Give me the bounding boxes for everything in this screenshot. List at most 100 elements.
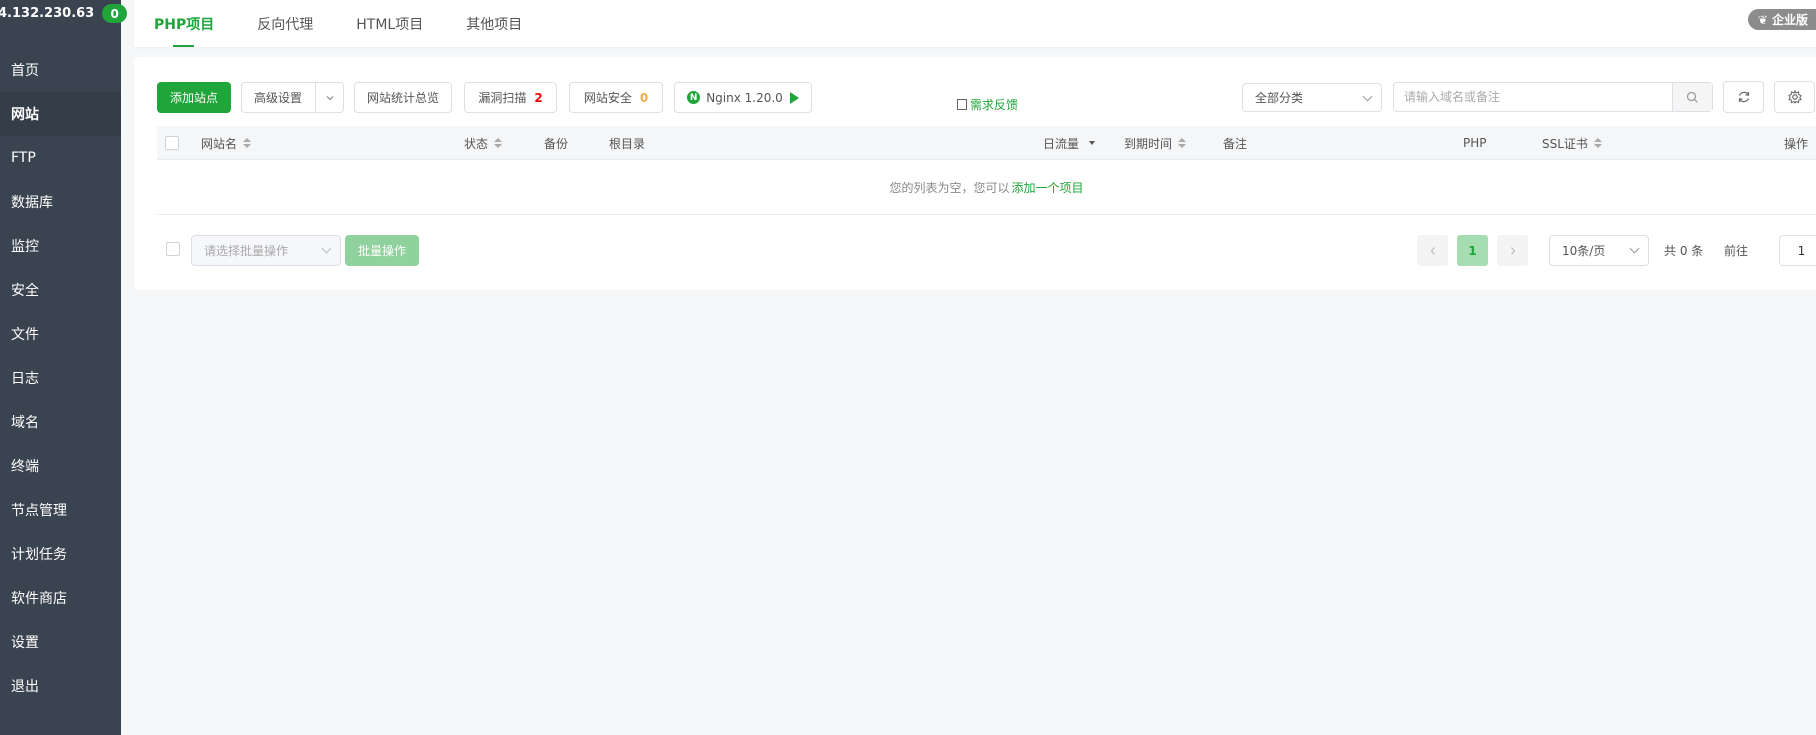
enterprise-badge[interactable]: ❦ 企业版	[1747, 9, 1816, 30]
sidebar-item-logs[interactable]: 日志	[0, 356, 121, 400]
th-ssl[interactable]: SSL证书	[1542, 126, 1602, 160]
sidebar-item-files[interactable]: 文件	[0, 312, 121, 356]
th-daily-traffic[interactable]: 日流量	[1043, 126, 1096, 160]
th-status[interactable]: 状态	[464, 126, 503, 160]
nginx-version: Nginx 1.20.0	[706, 90, 783, 105]
tab-other-project[interactable]: 其他项目	[466, 0, 522, 47]
search-button[interactable]	[1672, 83, 1712, 111]
server-ip: 4.132.230.63	[0, 6, 95, 21]
table-header: 网站名 状态 备份 根目录 日流量 到期时间 备注 PHP SSL证书 操作	[157, 126, 1816, 160]
sidebar-header: 4.132.230.63 0	[0, 0, 128, 27]
chevron-down-icon	[321, 243, 332, 254]
th-site-name-label: 网站名	[201, 136, 238, 151]
search-input[interactable]	[1394, 83, 1672, 111]
th-ssl-label: SSL证书	[1542, 136, 1588, 151]
refresh-icon	[1738, 91, 1749, 103]
nginx-button[interactable]: N Nginx 1.20.0	[674, 82, 812, 113]
footer-select-all-checkbox[interactable]	[166, 242, 180, 256]
caret-down-icon	[1089, 141, 1096, 145]
sort-icon	[494, 138, 503, 148]
document-icon	[957, 99, 967, 110]
sidebar-item-nodes[interactable]: 节点管理	[0, 488, 121, 532]
nginx-icon: N	[687, 91, 701, 104]
search-box	[1393, 82, 1713, 112]
chevron-down-icon	[1629, 243, 1640, 254]
play-icon	[789, 91, 799, 104]
batch-operation-select[interactable]: 请选择批量操作	[191, 235, 341, 266]
vuln-count: 2	[534, 90, 543, 105]
chevron-down-icon[interactable]	[315, 83, 343, 112]
message-badge[interactable]: 0	[102, 4, 128, 23]
th-expire-time-label: 到期时间	[1124, 136, 1173, 151]
enterprise-label: 企业版	[1771, 13, 1808, 27]
site-list-card: 添加站点 高级设置 网站统计总览 漏洞扫描 2 网站安全 0 N Nginx 1…	[134, 57, 1816, 290]
batch-operation-placeholder: 请选择批量操作	[204, 244, 289, 258]
batch-operation-button[interactable]: 批量操作	[345, 235, 419, 266]
th-remark: 备注	[1223, 136, 1248, 151]
goto-page-input[interactable]: 1	[1779, 235, 1816, 266]
goto-label: 前往	[1724, 244, 1749, 258]
th-root-dir: 根目录	[609, 136, 646, 151]
empty-state: 您的列表为空，您可以 添加一个项目	[157, 160, 1816, 215]
category-value: 全部分类	[1255, 91, 1304, 105]
th-backup: 备份	[544, 136, 569, 151]
sort-icon	[1178, 138, 1187, 148]
site-security-label: 网站安全	[583, 91, 632, 105]
feedback-link[interactable]: 需求反馈	[957, 89, 1018, 120]
page-size-value: 10条/页	[1562, 244, 1606, 258]
sidebar-item-domain[interactable]: 域名	[0, 400, 121, 444]
empty-text: 您的列表为空，您可以	[889, 180, 1010, 195]
search-icon	[1686, 91, 1698, 103]
prev-page-button[interactable]	[1417, 235, 1448, 266]
site-stats-button[interactable]: 网站统计总览	[354, 82, 452, 113]
th-daily-traffic-label: 日流量	[1043, 136, 1080, 151]
th-status-label: 状态	[464, 136, 489, 151]
category-select[interactable]: 全部分类	[1242, 83, 1382, 112]
sidebar-item-store[interactable]: 软件商店	[0, 576, 121, 620]
chevron-right-icon	[1510, 246, 1515, 255]
sidebar-nav: 首页 网站 FTP 数据库 监控 安全 文件 日志 域名 终端 节点管理 计划任…	[0, 48, 121, 708]
feedback-label: 需求反馈	[970, 98, 1019, 112]
project-tabs: PHP项目 反向代理 HTML项目 其他项目	[154, 0, 565, 47]
chevron-down-icon	[1362, 91, 1373, 102]
sidebar-item-security[interactable]: 安全	[0, 268, 121, 312]
security-count: 0	[639, 90, 649, 105]
th-expire-time[interactable]: 到期时间	[1124, 126, 1187, 160]
total-count: 共 0 条	[1664, 244, 1704, 258]
settings-button[interactable]	[1774, 81, 1815, 113]
th-site-name[interactable]: 网站名	[201, 126, 252, 160]
tab-php-project[interactable]: PHP项目	[154, 0, 214, 47]
advanced-settings-label: 高级设置	[254, 91, 303, 105]
page-number-current[interactable]: 1	[1457, 235, 1488, 266]
tab-reverse-proxy[interactable]: 反向代理	[257, 0, 313, 47]
sidebar-item-cron[interactable]: 计划任务	[0, 532, 121, 576]
tab-html-project[interactable]: HTML项目	[356, 0, 423, 47]
add-project-link[interactable]: 添加一个项目	[1012, 179, 1084, 196]
sidebar-item-terminal[interactable]: 终端	[0, 444, 121, 488]
sort-icon	[1593, 138, 1602, 148]
select-all-checkbox[interactable]	[165, 136, 179, 150]
advanced-settings-dropdown[interactable]: 高级设置	[241, 82, 344, 113]
th-action: 操作	[1783, 136, 1808, 151]
th-php: PHP	[1463, 136, 1487, 150]
sort-icon	[243, 138, 252, 148]
sidebar-item-logout[interactable]: 退出	[0, 664, 121, 708]
site-security-button[interactable]: 网站安全 0	[569, 82, 663, 113]
sidebar-item-settings[interactable]: 设置	[0, 620, 121, 664]
sidebar-item-ftp[interactable]: FTP	[0, 136, 121, 180]
gear-icon	[1787, 90, 1802, 104]
sidebar-item-monitor[interactable]: 监控	[0, 224, 121, 268]
sidebar: 4.132.230.63 0 首页 网站 FTP 数据库 监控 安全 文件 日志…	[0, 0, 128, 735]
sidebar-item-home[interactable]: 首页	[0, 48, 121, 92]
vuln-scan-label: 漏洞扫描	[478, 91, 527, 105]
sidebar-item-database[interactable]: 数据库	[0, 180, 121, 224]
vuln-scan-button[interactable]: 漏洞扫描 2	[464, 82, 557, 113]
chevron-left-icon	[1430, 246, 1435, 255]
refresh-button[interactable]	[1723, 81, 1764, 113]
select-all-cell	[165, 126, 179, 160]
sidebar-item-website[interactable]: 网站	[0, 92, 121, 136]
top-tab-bar: PHP项目 反向代理 HTML项目 其他项目 ❦ 企业版	[134, 0, 1816, 47]
next-page-button[interactable]	[1497, 235, 1528, 266]
add-site-button[interactable]: 添加站点	[157, 82, 231, 113]
page-size-select[interactable]: 10条/页	[1549, 235, 1649, 266]
